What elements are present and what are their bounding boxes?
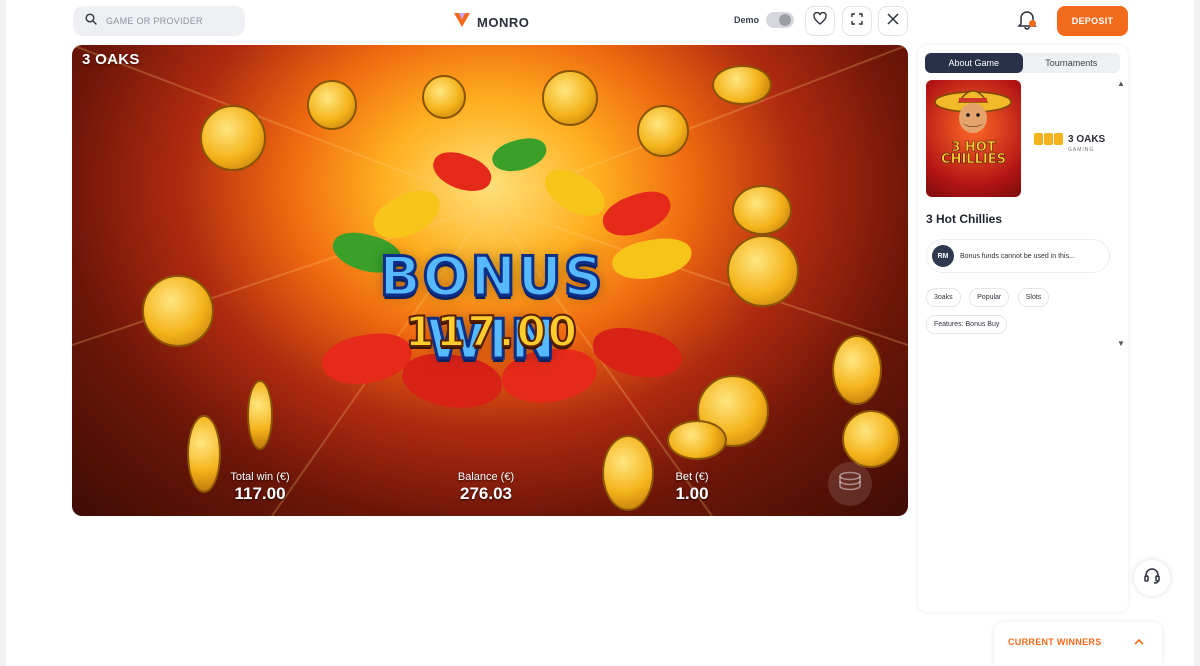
coin-decoration <box>142 275 214 347</box>
tab-about-game[interactable]: About Game <box>925 53 1023 73</box>
coin-decoration <box>732 185 792 235</box>
favorite-button[interactable] <box>805 6 835 36</box>
game-frame[interactable]: 3 OAKS BONUS WIN 117.00 Total win (€) 11… <box>72 45 908 516</box>
close-icon <box>887 12 899 30</box>
demo-toggle[interactable] <box>766 12 795 28</box>
scroll-up-icon[interactable]: ▲ <box>1117 79 1125 88</box>
bet-stat: Bet (€) 1.00 <box>662 471 722 504</box>
coin-decoration <box>637 105 689 157</box>
site-logo[interactable]: MONRO <box>453 11 529 34</box>
provider-sub: GAMING <box>1068 147 1095 153</box>
notifications-button[interactable] <box>1014 8 1040 34</box>
provider-logo-icon <box>1034 132 1064 151</box>
bet-value: 1.00 <box>675 484 709 503</box>
bell-icon <box>1016 8 1038 35</box>
search-input[interactable] <box>106 16 226 26</box>
balance-value: 276.03 <box>460 484 512 503</box>
coin-decoration <box>667 420 727 460</box>
tag-chip[interactable]: Slots <box>1017 288 1050 307</box>
scroll-down-icon[interactable]: ▼ <box>1117 339 1125 348</box>
current-winners-bar[interactable]: CURRENT WINNERS <box>994 622 1162 666</box>
balance-stat: Balance (€) 276.03 <box>446 471 526 504</box>
coin-decoration <box>727 235 799 307</box>
bonus-win-amount: 117.00 <box>404 306 580 357</box>
coin-decoration <box>307 80 357 130</box>
game-title: 3 Hot Chillies <box>926 212 1003 226</box>
bet-settings-button[interactable] <box>828 462 872 506</box>
tag-list: 3oaks Popular Slots Features: Bonus Buy <box>926 286 1116 340</box>
total-win-stat: Total win (€) 117.00 <box>220 471 300 504</box>
fullscreen-button[interactable] <box>842 6 872 36</box>
thumbnail-title: 3 HOT CHILLIES <box>941 140 1007 167</box>
bonus-notice: RM Bonus funds cannot be used in this... <box>926 239 1110 273</box>
tab-tournaments[interactable]: Tournaments <box>1023 53 1121 73</box>
tag-chip[interactable]: Features: Bonus Buy <box>926 315 1008 334</box>
coin-decoration <box>200 105 266 171</box>
coin-decoration <box>187 415 221 493</box>
provider-tag: 3 OAKS <box>82 51 140 68</box>
heart-icon <box>813 11 827 30</box>
coin-decoration <box>422 75 466 119</box>
provider-logo[interactable]: 3 OAKS GAMING <box>1034 129 1105 153</box>
total-win-label: Total win (€) <box>230 471 290 483</box>
demo-label: Demo <box>734 15 760 25</box>
balance-label: Balance (€) <box>457 471 515 483</box>
coin-stack-icon <box>837 471 863 498</box>
coin-decoration <box>247 380 273 450</box>
tag-chip[interactable]: 3oaks <box>926 288 961 307</box>
coin-decoration <box>602 435 654 511</box>
total-win-value: 117.00 <box>234 484 286 503</box>
chevron-up-icon <box>1134 637 1144 647</box>
search-icon <box>85 12 97 30</box>
bet-label: Bet (€) <box>675 471 709 483</box>
provider-name: 3 OAKS <box>1068 134 1106 145</box>
coin-decoration <box>832 335 882 405</box>
support-button[interactable] <box>1134 560 1170 596</box>
coin-decoration <box>542 70 598 126</box>
close-button[interactable] <box>878 6 908 36</box>
panel-tabs: About Game Tournaments <box>925 53 1120 73</box>
notice-text: Bonus funds cannot be used in this... <box>960 252 1075 260</box>
deposit-button[interactable]: DEPOSIT <box>1057 6 1128 36</box>
headset-icon <box>1143 567 1161 590</box>
coin-decoration <box>712 65 772 105</box>
tag-chip[interactable]: Popular <box>969 288 1010 307</box>
demo-switch[interactable]: Demo <box>734 12 795 28</box>
search-bar[interactable] <box>73 6 245 36</box>
current-winners-label: CURRENT WINNERS <box>1008 637 1102 647</box>
fullscreen-icon <box>851 12 863 30</box>
coin-decoration <box>842 410 900 468</box>
logo-text: MONRO <box>477 15 530 30</box>
logo-icon <box>453 11 471 34</box>
game-thumbnail[interactable]: 3 HOT CHILLIES <box>926 80 1021 197</box>
avatar: RM <box>932 245 954 267</box>
game-info-panel: About Game Tournaments ▲ 3 HOT CHILLIES … <box>918 45 1128 612</box>
